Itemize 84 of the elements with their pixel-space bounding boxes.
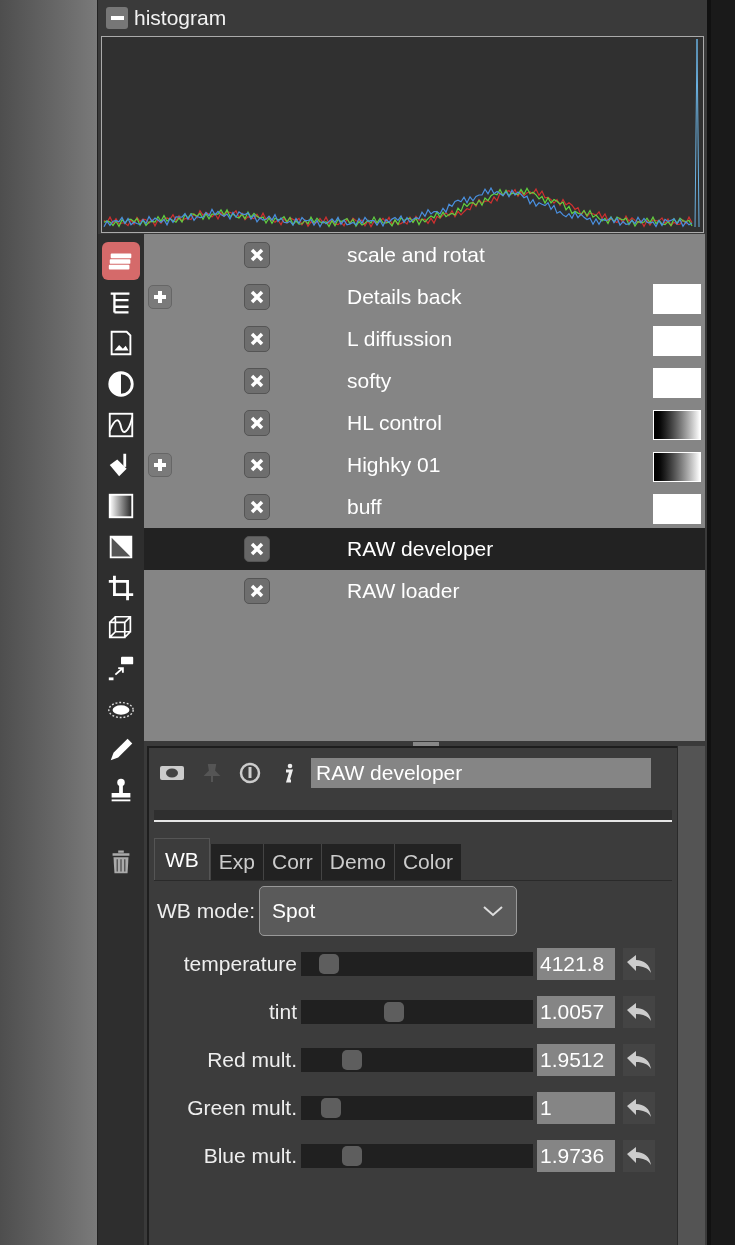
visibility-checkbox[interactable]	[244, 452, 270, 478]
power-icon[interactable]	[239, 762, 261, 784]
reset-button[interactable]	[623, 1092, 655, 1124]
layer-name[interactable]: HL control	[347, 407, 442, 439]
mask-icon[interactable]	[159, 765, 185, 781]
slider-track[interactable]	[301, 1144, 533, 1168]
value-field[interactable]: 4121.8	[537, 948, 615, 980]
slider-thumb[interactable]	[342, 1050, 363, 1070]
cross-icon	[250, 248, 264, 262]
wb-mode-dropdown[interactable]: Spot	[259, 886, 518, 936]
reset-button[interactable]	[623, 948, 655, 980]
reset-button[interactable]	[623, 1140, 655, 1172]
slider-track[interactable]	[301, 1048, 533, 1072]
undo-arrow-icon	[626, 1050, 652, 1070]
slider-label: Red mult.	[206, 1047, 298, 1074]
slider-label: temperature	[182, 951, 298, 978]
layer-name[interactable]: Highky 01	[347, 449, 441, 481]
visibility-checkbox[interactable]	[244, 242, 270, 268]
selected-layer-row[interactable]: RAW developer	[144, 528, 705, 570]
mask-thumbnail[interactable]	[653, 452, 701, 482]
mask-thumbnail[interactable]	[653, 494, 701, 524]
scrollbar[interactable]	[677, 746, 705, 1245]
mask-thumbnail[interactable]	[653, 326, 701, 356]
visibility-checkbox[interactable]	[244, 284, 270, 310]
panel-title: histogram	[134, 5, 227, 32]
layer-name[interactable]: softy	[347, 365, 392, 397]
slider-track[interactable]	[301, 952, 533, 976]
cross-icon	[250, 458, 264, 472]
tab[interactable]: Exp	[209, 844, 263, 880]
module-name-field[interactable]: RAW developer	[311, 758, 651, 788]
slider-label: tint	[268, 999, 298, 1026]
cross-icon	[250, 332, 264, 346]
slider-thumb[interactable]	[383, 1002, 404, 1022]
visibility-checkbox[interactable]	[244, 326, 270, 352]
plus-icon	[153, 290, 167, 304]
drag-handle[interactable]	[412, 742, 439, 746]
cross-icon	[250, 374, 264, 388]
expand-button[interactable]	[148, 285, 172, 309]
layer-name[interactable]: L diffussion	[347, 323, 453, 355]
expand-button[interactable]	[148, 453, 172, 477]
slider-thumb[interactable]	[318, 954, 339, 974]
slider-thumb[interactable]	[342, 1146, 363, 1166]
value-field[interactable]: 1.9512	[537, 1044, 615, 1076]
reset-button[interactable]	[623, 1044, 655, 1076]
visibility-checkbox[interactable]	[244, 494, 270, 520]
layer-name[interactable]: buff	[347, 491, 382, 523]
cross-icon	[250, 290, 264, 304]
undo-arrow-icon	[626, 1098, 652, 1118]
layer-name[interactable]: RAW loader	[347, 575, 460, 607]
slider-track[interactable]	[301, 1096, 533, 1120]
undo-arrow-icon	[626, 1146, 652, 1166]
visibility-checkbox[interactable]	[244, 536, 270, 562]
visibility-checkbox[interactable]	[244, 410, 270, 436]
cross-icon	[250, 584, 264, 598]
value-field[interactable]: 1.9736	[537, 1140, 615, 1172]
layer-name[interactable]: RAW developer	[347, 533, 494, 565]
field-label: WB mode:	[157, 898, 256, 925]
visibility-checkbox[interactable]	[244, 578, 270, 604]
cross-icon	[250, 542, 264, 556]
collapse-button[interactable]	[106, 7, 128, 29]
undo-arrow-icon	[626, 954, 652, 974]
cross-icon	[250, 500, 264, 514]
tab[interactable]: Color	[393, 844, 462, 880]
plus-icon	[153, 458, 167, 472]
layers-icon[interactable]	[102, 242, 140, 280]
chevron-down-icon	[482, 905, 505, 917]
mask-thumbnail[interactable]	[653, 410, 701, 440]
slider-track[interactable]	[301, 1000, 533, 1024]
slider-thumb[interactable]	[321, 1098, 342, 1118]
value-field[interactable]: 1	[537, 1092, 615, 1124]
slider-label: Green mult.	[186, 1095, 298, 1122]
undo-arrow-icon	[626, 1002, 652, 1022]
slider-label: Blue mult.	[202, 1143, 298, 1170]
tab[interactable]: Corr	[263, 844, 321, 880]
reset-button[interactable]	[623, 996, 655, 1028]
mask-thumbnail[interactable]	[653, 284, 701, 314]
mask-thumbnail[interactable]	[653, 368, 701, 398]
layer-name[interactable]: scale and rotat	[347, 239, 485, 271]
cross-icon	[250, 416, 264, 430]
visibility-checkbox[interactable]	[244, 368, 270, 394]
tab[interactable]: Demo	[320, 844, 394, 880]
value-field[interactable]: 1.0057	[537, 996, 615, 1028]
tab[interactable]: WB	[154, 838, 210, 880]
layer-name[interactable]: Details back	[347, 281, 462, 313]
